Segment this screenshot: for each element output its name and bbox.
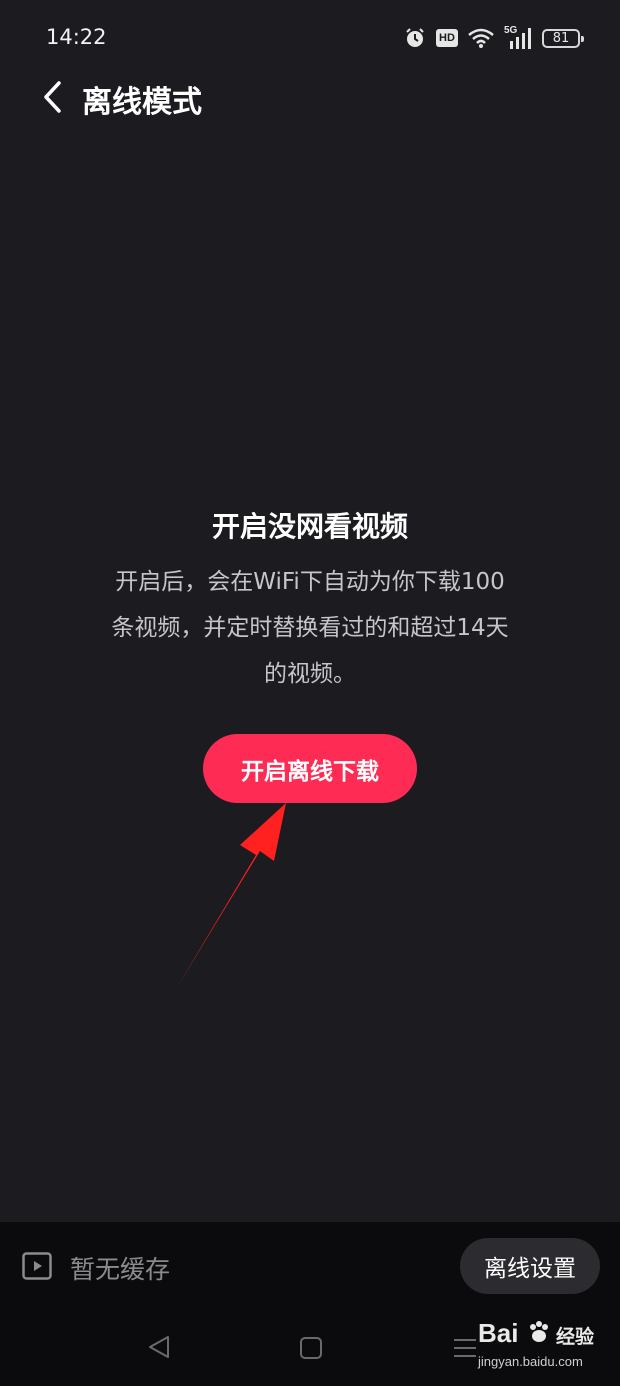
square-home-icon[interactable] xyxy=(299,1336,323,1364)
paw-icon xyxy=(530,1321,548,1342)
bottom-bar: 暂无缓存 离线设置 xyxy=(0,1222,620,1312)
description-line: 条视频，并定时替换看过的和超过14天 xyxy=(111,615,509,641)
back-button[interactable] xyxy=(30,72,74,122)
triangle-back-icon[interactable] xyxy=(146,1334,172,1364)
status-bar: 14:22 HD 5G 81 xyxy=(0,0,620,72)
page-title: 离线模式 xyxy=(82,85,202,120)
offline-settings-button[interactable]: 离线设置 xyxy=(460,1238,600,1294)
watermark: Bai 经验 jingyan.baidu.com xyxy=(474,1318,594,1378)
status-time: 14:22 xyxy=(46,25,107,49)
description-line: 开启后，会在WiFi下自动为你下载100 xyxy=(115,569,505,595)
watermark-logo: Bai xyxy=(478,1318,519,1348)
alarm-icon xyxy=(404,27,426,49)
empty-state: 开启没网看视频 开启后，会在WiFi下自动为你下载100 条视频，并定时替换看过… xyxy=(60,505,560,697)
header: 离线模式 xyxy=(0,72,620,122)
empty-state-title: 开启没网看视频 xyxy=(211,510,408,543)
cache-status-label: 暂无缓存 xyxy=(70,1255,171,1284)
description-line: 的视频。 xyxy=(264,661,356,687)
watermark-url: jingyan.baidu.com xyxy=(478,1354,583,1369)
watermark-suffix: 经验 xyxy=(556,1326,595,1348)
hd-icon: HD xyxy=(436,29,458,47)
wifi-icon xyxy=(468,28,494,48)
annotation-arrow-icon xyxy=(176,803,286,989)
empty-state-description: 开启后，会在WiFi下自动为你下载100 条视频，并定时替换看过的和超过14天 … xyxy=(60,559,560,697)
battery-level: 81 xyxy=(552,30,570,46)
signal-5g-icon: 5G xyxy=(504,25,532,49)
enable-offline-download-button[interactable]: 开启离线下载 xyxy=(203,734,417,803)
chevron-left-icon xyxy=(44,81,61,113)
battery-icon: 81 xyxy=(542,28,584,48)
status-icons: HD 5G 81 xyxy=(404,24,584,52)
video-play-icon xyxy=(22,1252,52,1280)
